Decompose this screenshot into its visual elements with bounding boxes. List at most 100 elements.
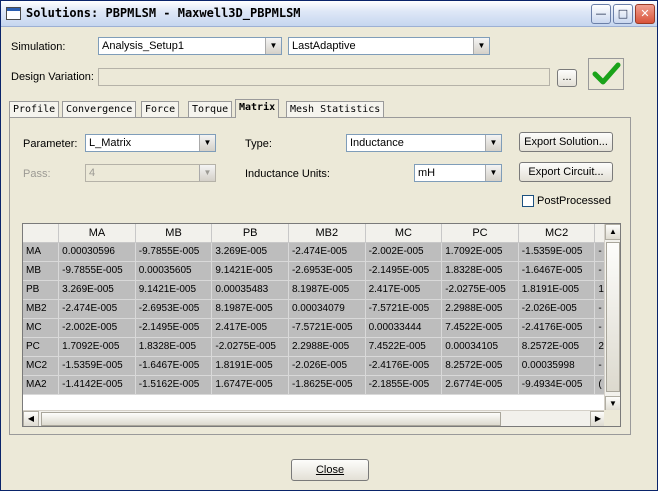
matrix-cell[interactable]: -1.6467E-005	[135, 356, 213, 376]
matrix-cell[interactable]: 2.417E-005	[365, 280, 443, 300]
table-row[interactable]: MC2 -1.5359E-005 -1.6467E-005 1.8191E-005 -2…	[23, 356, 606, 376]
matrix-cell[interactable]: -2.0275E-005	[441, 280, 519, 300]
matrix-column-header[interactable]: MC2	[518, 224, 596, 243]
matrix-cell[interactable]: 1.8328E-005	[135, 337, 213, 357]
matrix-cell[interactable]: -2.1495E-005	[365, 261, 443, 281]
matrix-cell[interactable]: 3.269E-005	[211, 242, 289, 262]
tab-mesh-statistics[interactable]: Mesh Statistics	[286, 101, 385, 117]
matrix-cell[interactable]: 0.00033444	[365, 318, 443, 338]
tab-convergence[interactable]: Convergence	[62, 101, 137, 117]
matrix-cell[interactable]: -1.8625E-005	[288, 375, 366, 395]
matrix-cell[interactable]: 9.1421E-005	[211, 261, 289, 281]
horizontal-scroll-thumb[interactable]	[41, 412, 501, 426]
title-bar[interactable]: Solutions: PBPMLSM - Maxwell3D_PBPMLSM —…	[1, 1, 657, 27]
matrix-cell[interactable]: -9.4934E-005	[518, 375, 596, 395]
matrix-cell[interactable]: 1.7092E-005	[441, 242, 519, 262]
matrix-column-header[interactable]: MB	[135, 224, 213, 243]
matrix-cell[interactable]: 2.2988E-005	[288, 337, 366, 357]
matrix-cell[interactable]: 8.1987E-005	[211, 299, 289, 319]
matrix-cell[interactable]: 8.2572E-005	[518, 337, 596, 357]
tab-matrix[interactable]: Matrix	[235, 99, 280, 118]
horizontal-scrollbar[interactable]: ◀ ▶	[23, 410, 606, 426]
postprocessed-checkbox[interactable]	[522, 195, 534, 207]
matrix-cell[interactable]: -2.4176E-005	[365, 356, 443, 376]
matrix-grid[interactable]: MA MB PB MB2 MC PC MC2 MA 0.00030596 -9.7855E-00…	[22, 223, 621, 427]
matrix-column-header[interactable]: MB2	[288, 224, 366, 243]
table-row[interactable]: MA2 -1.4142E-005 -1.5162E-005 1.6747E-005 -1…	[23, 375, 606, 395]
table-row[interactable]: MC -2.002E-005 -2.1495E-005 2.417E-005 -7.57…	[23, 318, 606, 338]
matrix-cell[interactable]: -1.5359E-005	[58, 356, 136, 376]
simulation-pass-dropdown[interactable]: LastAdaptive ▼	[288, 37, 490, 55]
matrix-cell[interactable]: 0.00034105	[441, 337, 519, 357]
table-row[interactable]: MB2 -2.474E-005 -2.6953E-005 8.1987E-005 0.0…	[23, 299, 606, 319]
scroll-left-icon[interactable]: ◀	[23, 411, 39, 426]
matrix-cell[interactable]: 2.417E-005	[211, 318, 289, 338]
matrix-cell[interactable]: 9.1421E-005	[135, 280, 213, 300]
matrix-cell[interactable]: -2.474E-005	[58, 299, 136, 319]
matrix-cell[interactable]: -2.002E-005	[58, 318, 136, 338]
matrix-cell[interactable]: 0.00035605	[135, 261, 213, 281]
tab-force[interactable]: Force	[141, 101, 180, 117]
matrix-cell[interactable]: 1.6747E-005	[211, 375, 289, 395]
matrix-cell[interactable]: 8.1987E-005	[288, 280, 366, 300]
table-row[interactable]: MB -9.7855E-005 0.00035605 9.1421E-005 -2.69…	[23, 261, 606, 281]
simulation-setup-dropdown[interactable]: Analysis_Setup1 ▼	[98, 37, 282, 55]
export-circuit-button[interactable]: Export Circuit...	[519, 162, 613, 182]
matrix-cell[interactable]: 0.00035998	[518, 356, 596, 376]
matrix-cell[interactable]: -2.1495E-005	[135, 318, 213, 338]
chevron-down-icon[interactable]: ▼	[199, 135, 215, 151]
matrix-cell[interactable]: -2.474E-005	[288, 242, 366, 262]
matrix-cell[interactable]: 1.8328E-005	[441, 261, 519, 281]
close-button[interactable]: Close	[291, 459, 369, 481]
matrix-cell[interactable]: 0.00030596	[58, 242, 136, 262]
matrix-cell[interactable]: -1.6467E-005	[518, 261, 596, 281]
matrix-cell[interactable]: 1.8191E-005	[518, 280, 596, 300]
matrix-cell[interactable]: -9.7855E-005	[135, 242, 213, 262]
table-row[interactable]: PC 1.7092E-005 1.8328E-005 -2.0275E-005 2.29…	[23, 337, 606, 357]
matrix-cell[interactable]: -2.0275E-005	[211, 337, 289, 357]
matrix-cell[interactable]: -2.4176E-005	[518, 318, 596, 338]
matrix-cell[interactable]: 3.269E-005	[58, 280, 136, 300]
chevron-down-icon[interactable]: ▼	[485, 165, 501, 181]
matrix-cell[interactable]: 0.00035483	[211, 280, 289, 300]
matrix-cell[interactable]: -7.5721E-005	[365, 299, 443, 319]
chevron-down-icon[interactable]: ▼	[485, 135, 501, 151]
matrix-column-header[interactable]: PC	[441, 224, 519, 243]
matrix-column-header[interactable]: MA	[58, 224, 136, 243]
matrix-cell[interactable]: 7.4522E-005	[365, 337, 443, 357]
vertical-scroll-thumb[interactable]	[606, 242, 620, 392]
matrix-cell[interactable]: -2.1855E-005	[365, 375, 443, 395]
matrix-column-header[interactable]: PB	[211, 224, 289, 243]
matrix-cell[interactable]: 2.2988E-005	[441, 299, 519, 319]
tab-profile[interactable]: Profile	[9, 101, 60, 117]
maximize-button[interactable]: □	[613, 4, 633, 24]
matrix-cell[interactable]: 8.2572E-005	[441, 356, 519, 376]
chevron-down-icon[interactable]: ▼	[473, 38, 489, 54]
matrix-cell[interactable]: 1.7092E-005	[58, 337, 136, 357]
matrix-cell[interactable]: -2.002E-005	[365, 242, 443, 262]
matrix-cell[interactable]: 2.6774E-005	[441, 375, 519, 395]
type-dropdown[interactable]: Inductance ▼	[346, 134, 502, 152]
table-row[interactable]: MA 0.00030596 -9.7855E-005 3.269E-005 -2.474…	[23, 242, 606, 262]
matrix-cell[interactable]: -2.026E-005	[518, 299, 596, 319]
minimize-button[interactable]: —	[591, 4, 611, 24]
tab-torque[interactable]: Torque	[188, 101, 233, 117]
design-variation-browse-button[interactable]: ...	[557, 69, 577, 87]
matrix-cell[interactable]: -2.6953E-005	[135, 299, 213, 319]
matrix-cell[interactable]: -1.4142E-005	[58, 375, 136, 395]
export-solution-button[interactable]: Export Solution...	[519, 132, 613, 152]
matrix-cell[interactable]: -1.5162E-005	[135, 375, 213, 395]
vertical-scrollbar[interactable]: ▲ ▼	[604, 224, 620, 412]
parameter-dropdown[interactable]: L_Matrix ▼	[85, 134, 216, 152]
matrix-cell[interactable]: -9.7855E-005	[58, 261, 136, 281]
matrix-cell[interactable]: -2.6953E-005	[288, 261, 366, 281]
matrix-cell[interactable]: -2.026E-005	[288, 356, 366, 376]
chevron-down-icon[interactable]: ▼	[265, 38, 281, 54]
table-row[interactable]: PB 3.269E-005 9.1421E-005 0.00035483 8.1987E…	[23, 280, 606, 300]
scroll-up-icon[interactable]: ▲	[605, 224, 620, 240]
matrix-cell[interactable]: 1.8191E-005	[211, 356, 289, 376]
close-window-button[interactable]: ✕	[635, 4, 655, 24]
matrix-cell[interactable]: 7.4522E-005	[441, 318, 519, 338]
matrix-cell[interactable]: 0.00034079	[288, 299, 366, 319]
matrix-column-header[interactable]: MC	[365, 224, 443, 243]
